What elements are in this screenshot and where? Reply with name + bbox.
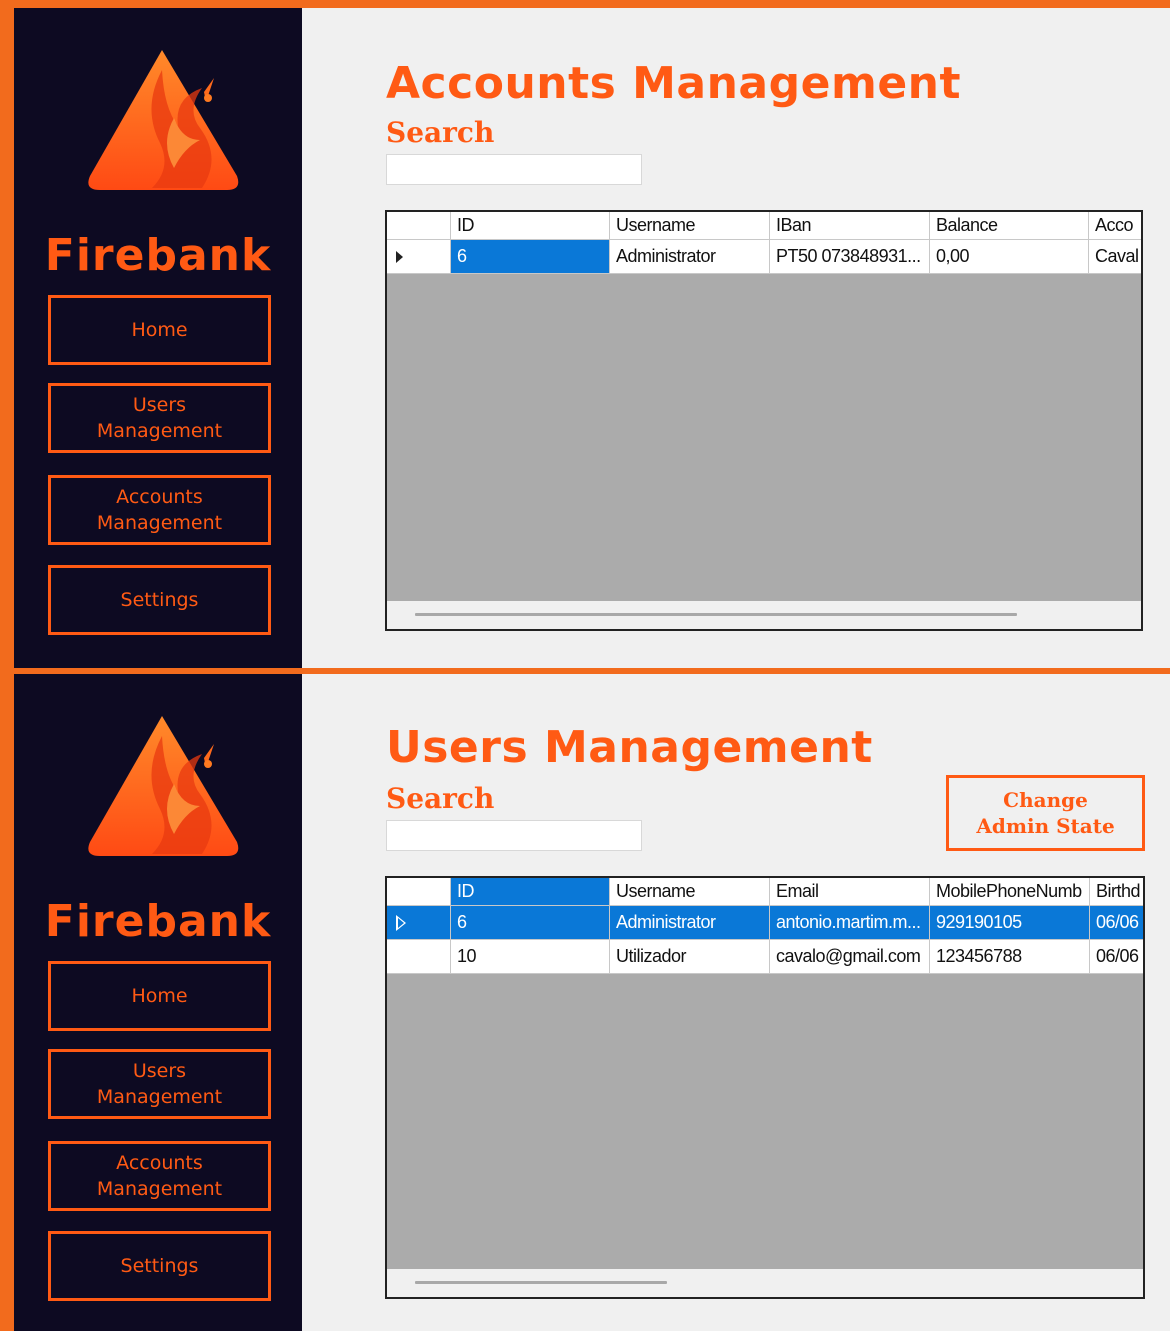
column-header-account[interactable]: Acco — [1089, 212, 1141, 240]
page-title: Users Management — [386, 722, 873, 773]
nav-settings-button[interactable]: Settings — [48, 565, 271, 635]
nav-settings-button[interactable]: Settings — [48, 1231, 271, 1301]
nav-users-management-button[interactable]: Users Management — [48, 1049, 271, 1119]
row-pointer-icon — [396, 914, 406, 931]
sidebar: Firebank Home Users Management Accounts … — [14, 8, 302, 668]
cell-id[interactable]: 6 — [451, 906, 610, 940]
accounts-management-window: Firebank Home Users Management Accounts … — [14, 8, 1170, 668]
cell-birthdate[interactable]: 06/06 — [1090, 940, 1143, 974]
column-header-mobile-phone[interactable]: MobilePhoneNumb — [930, 878, 1090, 906]
table-row[interactable]: 10 Utilizador cavalo@gmail.com 123456788… — [387, 940, 1143, 974]
column-header-id[interactable]: ID — [451, 878, 610, 906]
users-management-window: Firebank Home Users Management Accounts … — [14, 674, 1170, 1331]
cell-email[interactable]: antonio.martim.m... — [770, 906, 930, 940]
nav-home-button[interactable]: Home — [48, 961, 271, 1031]
cell-mobile-phone[interactable]: 123456788 — [930, 940, 1090, 974]
cell-username[interactable]: Utilizador — [610, 940, 770, 974]
row-header-corner — [387, 878, 451, 906]
cell-id[interactable]: 10 — [451, 940, 610, 974]
column-header-username[interactable]: Username — [610, 878, 770, 906]
nav-accounts-management-button[interactable]: Accounts Management — [48, 1141, 271, 1211]
column-header-username[interactable]: Username — [610, 212, 770, 240]
users-data-grid[interactable]: ID Username Email MobilePhoneNumb Birthd… — [385, 876, 1145, 1299]
search-label: Search — [386, 116, 495, 149]
column-header-balance[interactable]: Balance — [930, 212, 1089, 240]
brand-name: Firebank — [44, 896, 272, 947]
flame-logo-icon — [88, 50, 239, 190]
cell-birthdate[interactable]: 06/06 — [1090, 906, 1143, 940]
row-pointer-icon — [396, 250, 403, 263]
sidebar: Firebank Home Users Management Accounts … — [14, 674, 302, 1331]
search-input[interactable] — [386, 820, 642, 851]
row-header-corner — [387, 212, 451, 240]
scrollbar-thumb[interactable] — [415, 1281, 667, 1284]
horizontal-scrollbar[interactable] — [387, 1269, 1143, 1297]
cell-email[interactable]: cavalo@gmail.com — [770, 940, 930, 974]
accounts-data-grid[interactable]: ID Username IBan Balance Acco 6 Administ… — [385, 210, 1143, 631]
cell-id[interactable]: 6 — [451, 240, 610, 274]
column-header-email[interactable]: Email — [770, 878, 930, 906]
table-row[interactable]: 6 Administrator antonio.martim.m... 9291… — [387, 906, 1143, 940]
search-input[interactable] — [386, 154, 642, 185]
cell-iban[interactable]: PT50 073848931... — [770, 240, 930, 274]
nav-home-button[interactable]: Home — [48, 295, 271, 365]
scrollbar-thumb[interactable] — [415, 613, 1017, 616]
cell-balance[interactable]: 0,00 — [930, 240, 1089, 274]
row-selector[interactable] — [387, 240, 451, 274]
row-selector[interactable] — [387, 906, 451, 940]
nav-users-management-button[interactable]: Users Management — [48, 383, 271, 453]
page-title: Accounts Management — [386, 58, 962, 109]
cell-mobile-phone[interactable]: 929190105 — [930, 906, 1090, 940]
column-header-id[interactable]: ID — [451, 212, 610, 240]
horizontal-scrollbar[interactable] — [387, 601, 1141, 629]
table-row[interactable]: 6 Administrator PT50 073848931... 0,00 C… — [387, 240, 1141, 274]
search-label: Search — [386, 782, 495, 815]
change-admin-state-button[interactable]: Change Admin State — [946, 775, 1145, 851]
cell-username[interactable]: Administrator — [610, 240, 770, 274]
nav-accounts-management-button[interactable]: Accounts Management — [48, 475, 271, 545]
cell-account[interactable]: Caval — [1089, 240, 1141, 274]
column-header-birthdate[interactable]: Birthd — [1090, 878, 1143, 906]
row-selector[interactable] — [387, 940, 451, 974]
cell-username[interactable]: Administrator — [610, 906, 770, 940]
column-header-iban[interactable]: IBan — [770, 212, 930, 240]
brand-name: Firebank — [44, 230, 272, 281]
flame-logo-icon — [88, 716, 239, 856]
